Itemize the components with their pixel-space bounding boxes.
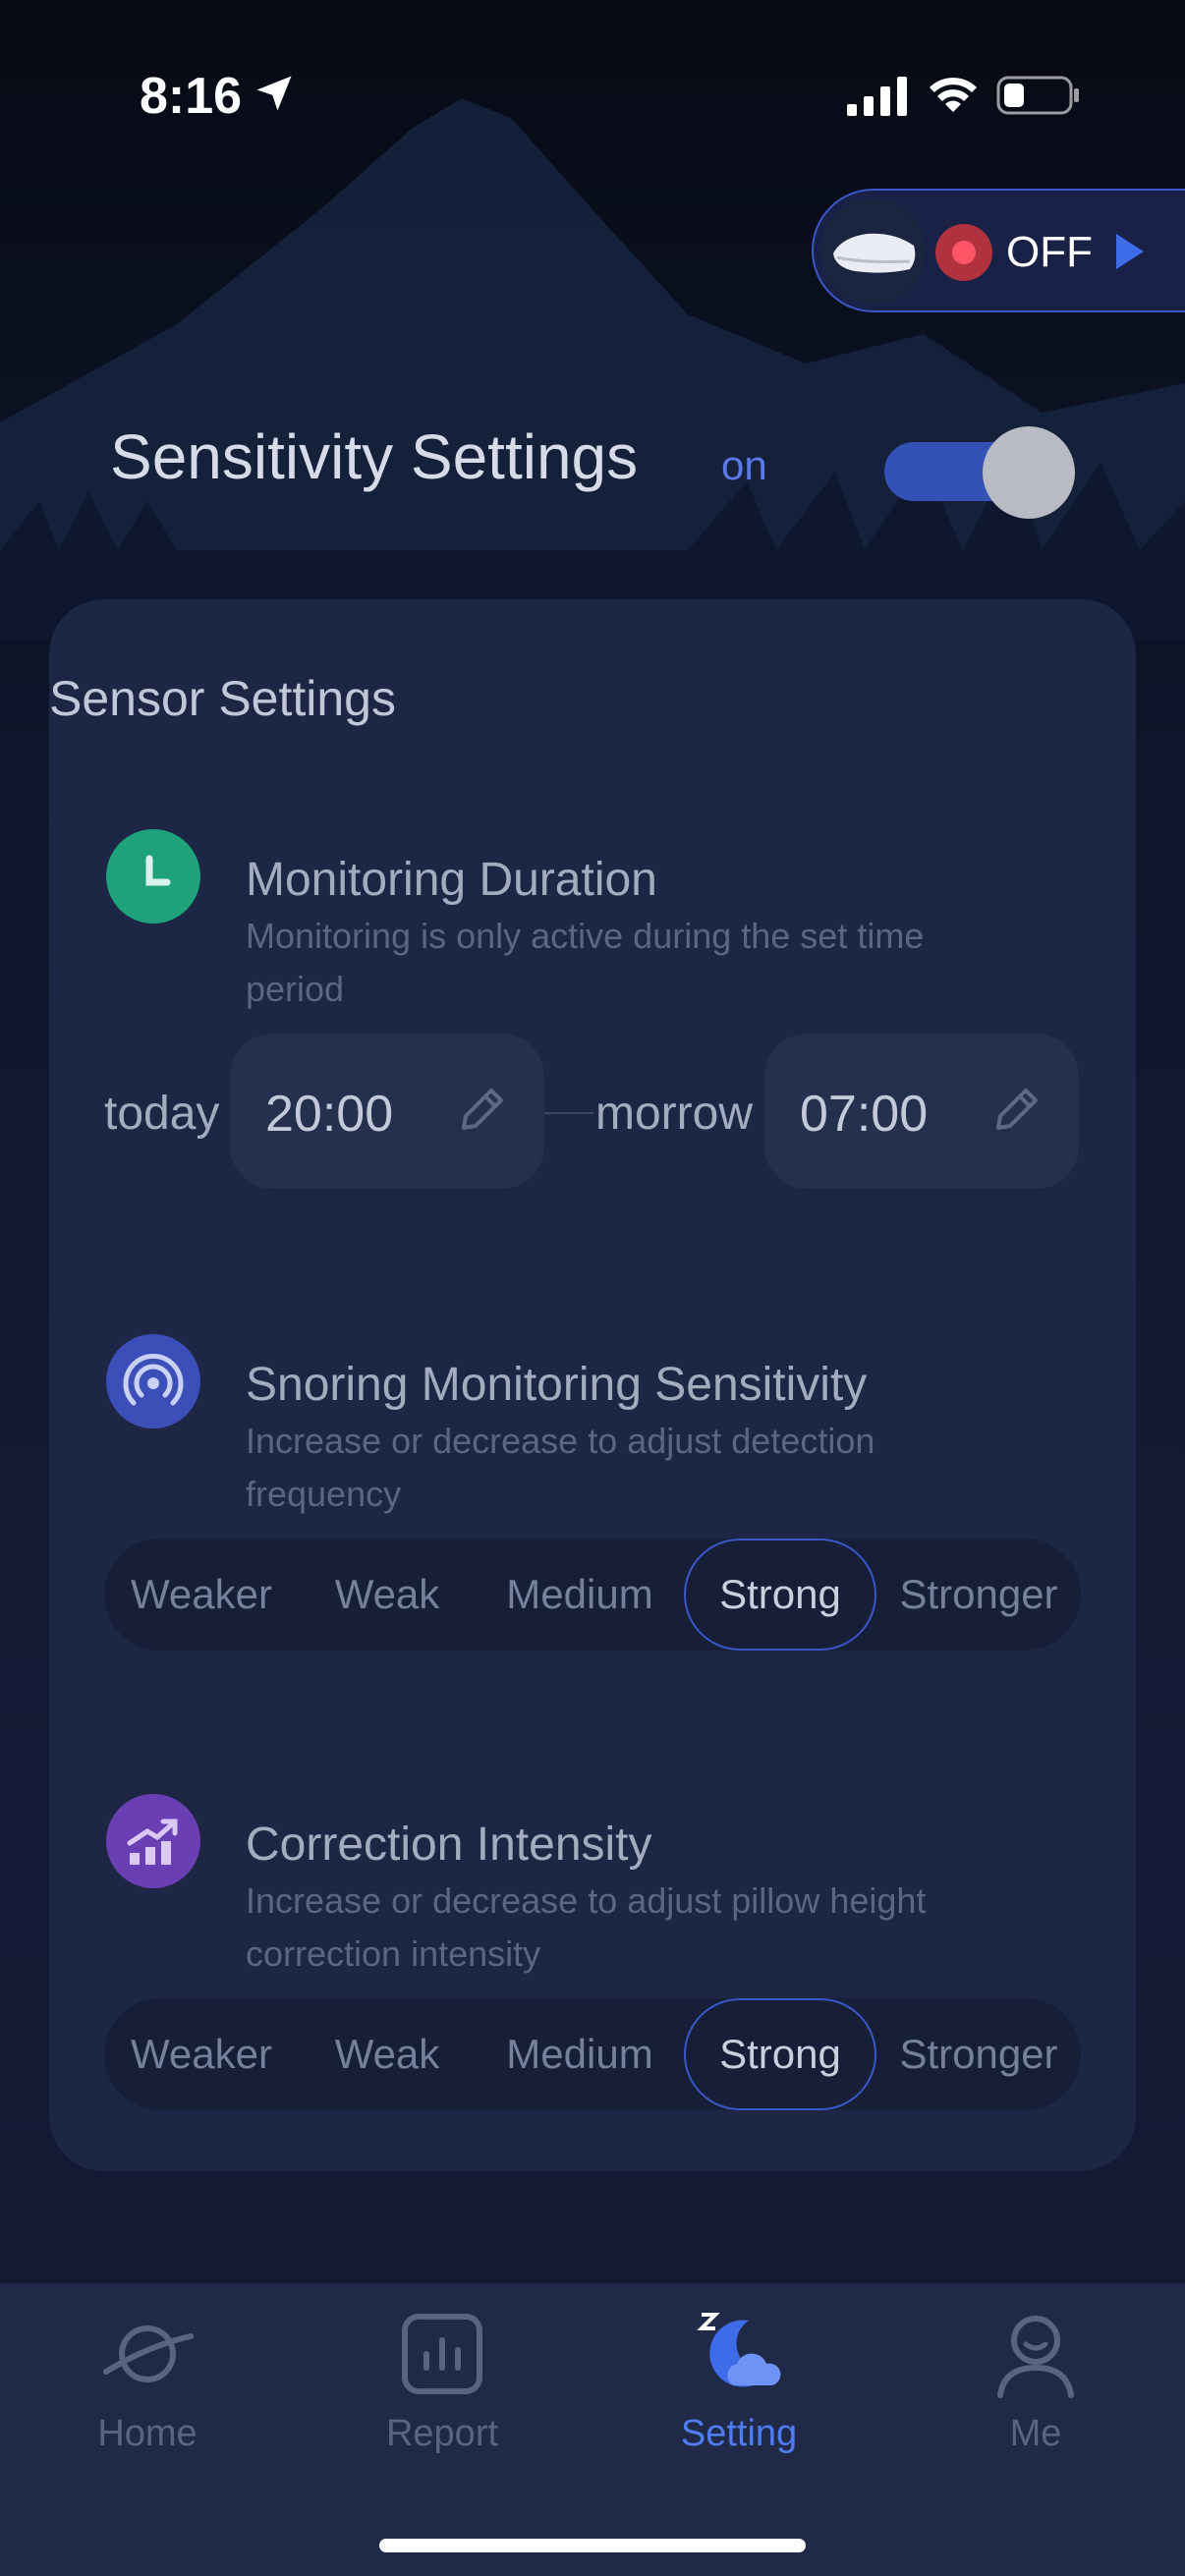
option-weak[interactable]: Weak	[299, 1539, 476, 1651]
tab-me[interactable]: Me	[928, 2307, 1144, 2474]
tab-label: Setting	[680, 2413, 798, 2454]
device-status-pill[interactable]: OFF	[812, 189, 1185, 312]
tab-report[interactable]: Report	[334, 2307, 550, 2474]
option-weaker[interactable]: Weaker	[104, 1539, 299, 1651]
monitoring-duration-title: Monitoring Duration	[246, 854, 657, 906]
pillow-image	[819, 198, 926, 305]
tab-bar: Home Report Setting Me	[0, 2283, 1185, 2576]
time-range-divider	[544, 1112, 593, 1114]
location-arrow-icon	[256, 76, 292, 111]
option-medium[interactable]: Medium	[476, 1539, 684, 1651]
tab-label: Home	[97, 2413, 198, 2454]
tab-setting[interactable]: Setting	[631, 2307, 847, 2474]
tab-home[interactable]: Home	[39, 2307, 255, 2474]
snoring-sensitivity-description: Increase or decrease to adjust detection…	[246, 1421, 875, 1514]
correction-intensity-description: Increase or decrease to adjust pillow he…	[246, 1880, 927, 1974]
clock-icon	[106, 829, 200, 924]
end-time-value: 07:00	[800, 1086, 929, 1143]
wifi-icon	[930, 78, 977, 112]
toggle-state-label: on	[721, 442, 767, 488]
option-strong[interactable]: Strong	[684, 1539, 876, 1651]
toggle-knob	[983, 426, 1075, 519]
end-day-label: morrow	[595, 1088, 754, 1140]
snoring-sensitivity-selector: Weaker Weak Medium Strong Stronger	[104, 1539, 1081, 1651]
start-day-label: today	[104, 1088, 220, 1140]
option-stronger[interactable]: Stronger	[876, 1539, 1081, 1651]
edit-pencil-icon[interactable]	[454, 1083, 509, 1138]
device-status-label: OFF	[1006, 228, 1093, 276]
home-indicator[interactable]	[379, 2539, 806, 2552]
monitoring-duration-description: Monitoring is only active during the set…	[246, 916, 925, 1009]
play-icon[interactable]	[1114, 232, 1146, 271]
correction-intensity-selector: Weaker Weak Medium Strong Stronger	[104, 1998, 1081, 2110]
option-strong[interactable]: Strong	[684, 1998, 876, 2110]
start-time-field[interactable]: 20:00	[230, 1034, 544, 1189]
option-weaker[interactable]: Weaker	[104, 1998, 299, 2110]
option-stronger[interactable]: Stronger	[876, 1998, 1081, 2110]
option-weak[interactable]: Weak	[299, 1998, 476, 2110]
battery-icon	[996, 76, 1079, 115]
moon-cloud-icon	[697, 2313, 781, 2387]
sensitivity-toggle[interactable]	[882, 424, 1079, 519]
bar-chart-icon	[402, 2314, 482, 2394]
correction-intensity-title: Correction Intensity	[246, 1819, 652, 1871]
page-title: Sensitivity Settings	[110, 421, 639, 492]
option-medium[interactable]: Medium	[476, 1998, 684, 2110]
user-icon	[997, 2316, 1074, 2398]
edit-pencil-icon[interactable]	[988, 1083, 1044, 1138]
tab-label: Me	[1009, 2413, 1062, 2454]
start-time-value: 20:00	[265, 1086, 394, 1143]
cellular-signal-icon	[847, 77, 907, 116]
planet-icon	[103, 2325, 194, 2382]
radar-icon	[106, 1334, 200, 1428]
status-bar: 8:16	[0, 0, 1185, 147]
sensor-settings-card: Sensor Settings Monitoring Duration Moni…	[49, 599, 1136, 2171]
status-time: 8:16	[140, 68, 243, 125]
trend-up-icon	[106, 1794, 200, 1888]
end-time-field[interactable]: 07:00	[764, 1034, 1079, 1189]
record-indicator-icon	[935, 224, 992, 281]
tab-label: Report	[385, 2413, 499, 2454]
snoring-sensitivity-title: Snoring Monitoring Sensitivity	[246, 1359, 868, 1411]
pillow-icon	[833, 233, 916, 273]
card-title: Sensor Settings	[49, 671, 396, 726]
mountain-background	[0, 98, 1185, 639]
